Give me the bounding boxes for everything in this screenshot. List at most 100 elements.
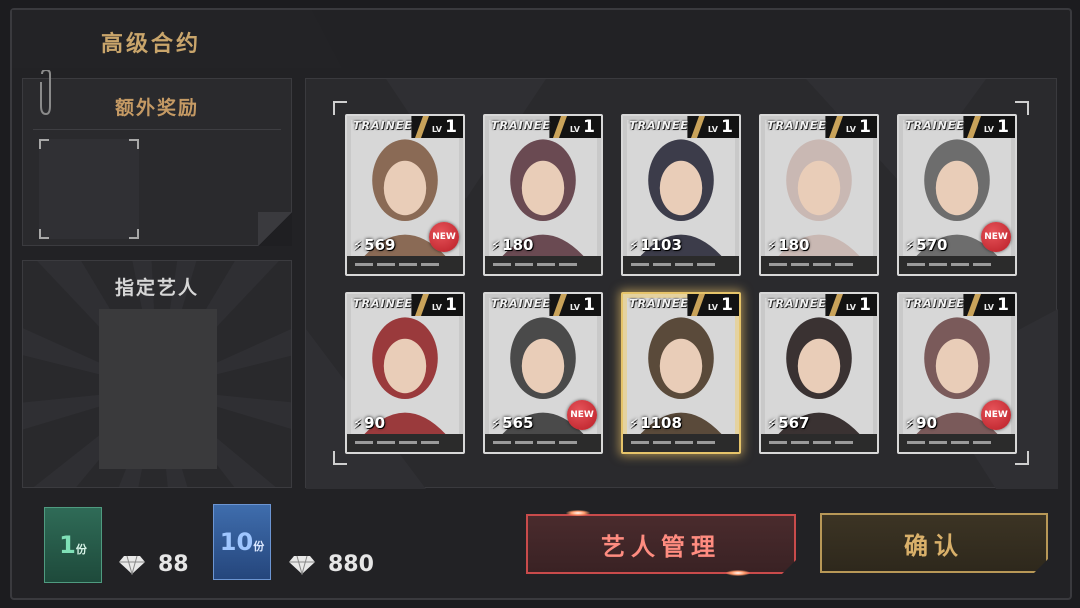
level-value: 1 [583,295,595,315]
artist-card[interactable]: TRAINEE LV 1 ⚡ 1108 [621,292,741,454]
confirm-button[interactable]: 确认 [820,513,1048,573]
pack-unit: 份 [253,540,265,553]
artist-manage-button[interactable]: 艺人管理 [526,514,796,574]
card-footer-stripes [631,263,719,266]
card-footer-stripes [769,263,857,266]
paperclip-icon [40,70,51,116]
diamond-icon [289,555,315,575]
card-footer [485,434,601,452]
card-footer-stripes [907,263,995,266]
corner-fold [258,212,292,246]
artist-card[interactable]: TRAINEE LV 1 ⚡ 565 NEW [483,292,603,454]
card-footer [899,256,1015,274]
power-stat: ⚡ 180 [767,236,809,254]
designated-artist-title: 指定艺人 [114,277,199,299]
button-spark [566,510,590,516]
artist-card[interactable]: TRAINEE LV 1 ⚡ 180 [483,114,603,276]
card-series-label: TRAINEE [491,119,551,132]
slot-corner [129,229,139,239]
grid-corner [333,101,347,115]
artist-card[interactable]: TRAINEE LV 1 ⚡ 1103 [621,114,741,276]
slot-corner [39,139,49,149]
card-footer [485,256,601,274]
card-footer [623,434,739,452]
level-label: LV [431,125,442,134]
level-value: 1 [445,117,457,137]
page-title: 高级合约 [101,32,202,57]
level-label: LV [707,303,718,312]
artist-card[interactable]: TRAINEE LV 1 ⚡ 180 [759,114,879,276]
designated-artist-slot[interactable] [99,309,217,469]
power-value: 1108 [640,414,682,432]
card-footer [761,256,877,274]
card-series-label: TRAINEE [905,297,965,310]
power-value: 180 [502,236,534,254]
card-footer-stripes [631,441,719,444]
level-label: LV [569,125,580,134]
card-footer [347,434,463,452]
card-series-label: TRAINEE [353,297,413,310]
level-label: LV [431,303,442,312]
pack-10-button[interactable]: 10 份 [213,504,271,580]
pack-10-cost-value: 880 [328,552,374,577]
pack-1-button[interactable]: 1 份 [44,507,102,583]
power-value: 569 [364,236,396,254]
new-badge: NEW [567,400,597,430]
slot-corner [39,229,49,239]
bonus-reward-slot[interactable] [39,139,139,239]
level-value: 1 [859,117,871,137]
card-footer-stripes [493,441,581,444]
artist-card[interactable]: TRAINEE LV 1 ⚡ 567 [759,292,879,454]
button-spark [726,570,750,576]
card-footer-stripes [355,441,443,444]
power-value: 90 [364,414,386,432]
artist-card[interactable]: TRAINEE LV 1 ⚡ 569 NEW [345,114,465,276]
card-footer [347,256,463,274]
card-footer [761,434,877,452]
lightning-icon: ⚡ [767,417,777,432]
pack-unit: 份 [75,543,87,556]
lightning-icon: ⚡ [353,417,363,432]
card-footer-stripes [493,263,581,266]
artist-card[interactable]: TRAINEE LV 1 ⚡ 570 NEW [897,114,1017,276]
lightning-icon: ⚡ [905,239,915,254]
power-stat: ⚡ 569 [353,236,395,254]
pack-1-cost-value: 88 [158,552,189,577]
level-label: LV [845,303,856,312]
card-series-label: TRAINEE [629,119,689,132]
card-footer-stripes [769,441,857,444]
power-stat: ⚡ 90 [353,414,385,432]
pack-count: 10 [219,528,254,556]
power-value: 1103 [640,236,682,254]
bonus-divider [33,129,281,130]
lightning-icon: ⚡ [767,239,777,254]
card-series-label: TRAINEE [905,119,965,132]
power-value: 570 [916,236,948,254]
bonus-reward-panel: 额外奖励 [22,78,292,246]
level-value: 1 [721,295,733,315]
level-value: 1 [859,295,871,315]
grid-corner [1015,101,1029,115]
level-value: 1 [997,295,1009,315]
lightning-icon: ⚡ [491,417,501,432]
lightning-icon: ⚡ [629,417,639,432]
new-badge: NEW [981,222,1011,252]
pack-10-cost: 880 [288,552,374,577]
card-footer [623,256,739,274]
artist-card[interactable]: TRAINEE LV 1 ⚡ 90 [345,292,465,454]
level-label: LV [983,125,994,134]
power-value: 90 [916,414,938,432]
power-stat: ⚡ 1103 [629,236,682,254]
power-value: 565 [502,414,534,432]
new-badge: NEW [981,400,1011,430]
power-stat: ⚡ 180 [491,236,533,254]
bonus-title: 额外奖励 [114,97,199,119]
card-footer-stripes [355,263,443,266]
card-series-label: TRAINEE [767,119,827,132]
power-stat: ⚡ 567 [767,414,809,432]
new-badge: NEW [429,222,459,252]
card-series-label: TRAINEE [629,297,689,310]
artist-card[interactable]: TRAINEE LV 1 ⚡ 90 NEW [897,292,1017,454]
level-label: LV [707,125,718,134]
card-footer-stripes [907,441,995,444]
